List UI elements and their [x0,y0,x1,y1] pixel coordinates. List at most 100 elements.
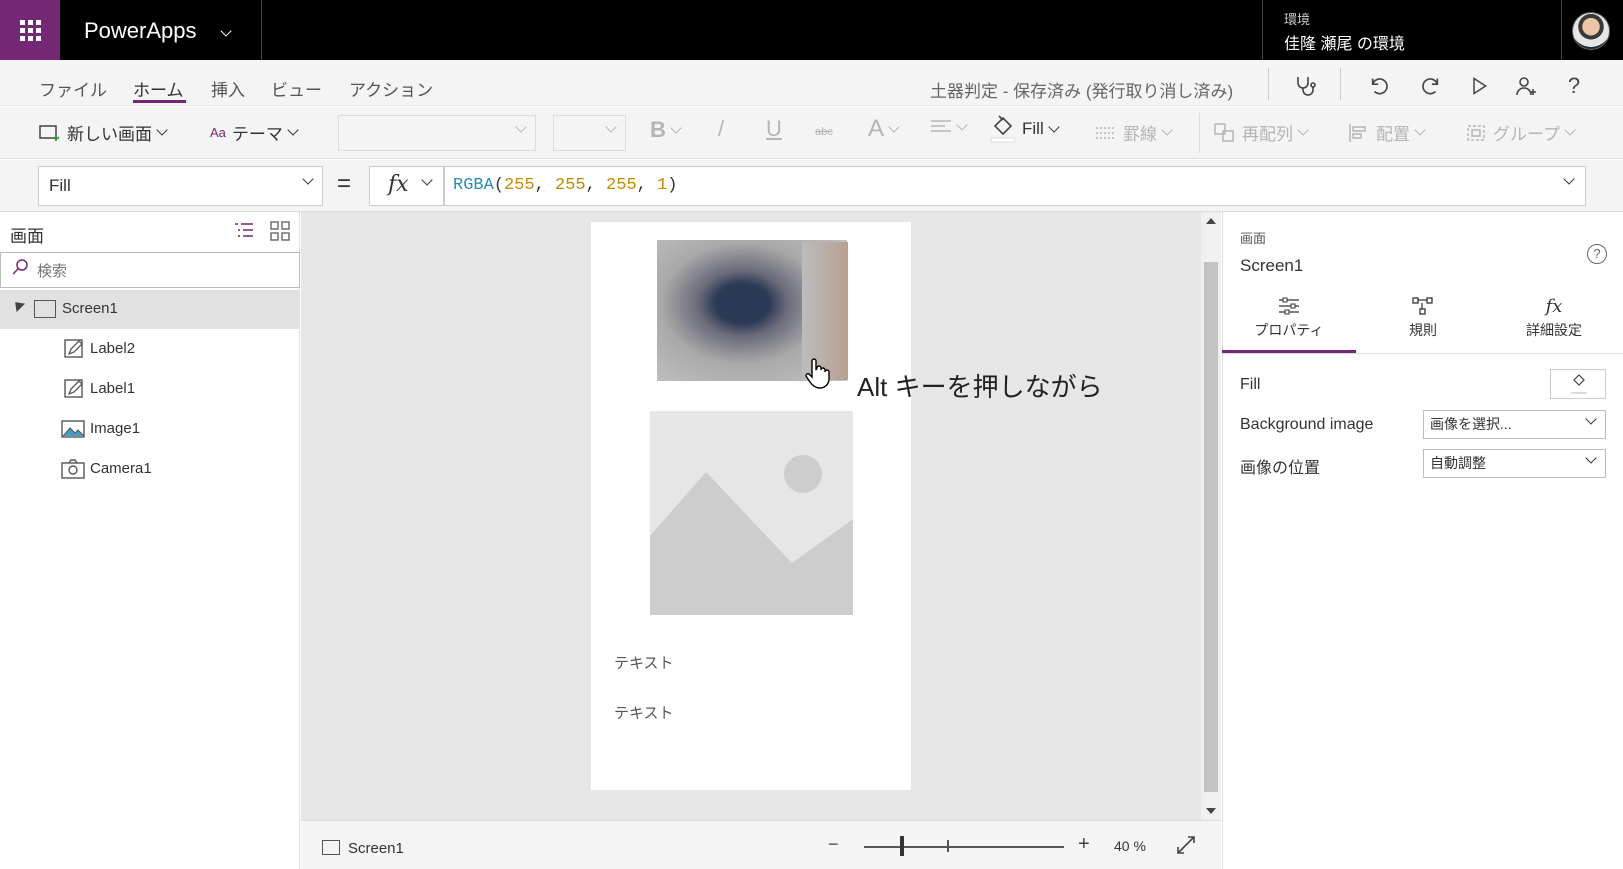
menu-home[interactable]: ホーム [133,76,184,101]
chevron-down-icon[interactable] [220,22,232,40]
tab-properties[interactable]: プロパティ [1229,296,1349,340]
divider [1561,0,1562,60]
fill-button[interactable]: Fill [990,114,1060,144]
formula-arg: 255 [504,176,535,195]
label-control-2[interactable]: テキスト [614,652,674,673]
tab-advanced[interactable]: fx 詳細設定 [1494,296,1614,340]
scroll-up-icon[interactable] [1206,218,1216,224]
fill-color-picker[interactable] [1550,369,1606,399]
theme-icon: Aa [210,125,226,140]
reorder-icon [1214,122,1234,142]
sliders-icon [1229,296,1349,320]
environment-name[interactable]: 佳隆 瀬尾 の環境 [1284,30,1405,54]
zoom-out-button[interactable]: − [828,834,839,855]
underline-button[interactable]: U [766,116,782,142]
group-label: グループ [1493,125,1560,144]
app-name[interactable]: PowerApps [84,0,197,60]
property-select[interactable]: Fill [38,166,323,206]
bold-button[interactable]: B [650,117,682,143]
preview-play-icon[interactable] [1465,72,1493,100]
reorder-button[interactable]: 再配列 [1214,120,1309,145]
bold-icon: B [650,117,666,142]
menu-view[interactable]: ビュー [271,76,322,101]
zoom-slider-thumb[interactable] [900,836,904,856]
zoom-slider-track[interactable] [864,846,1064,848]
undo-icon[interactable] [1366,72,1394,100]
label-icon [64,339,84,364]
text-align-button[interactable] [930,118,968,136]
active-menu-indicator [133,100,186,103]
zoom-value: 40 % [1114,838,1146,854]
label-icon [64,379,84,404]
menu-insert[interactable]: 挿入 [211,76,245,101]
screen-icon [322,840,340,855]
new-screen-label: 新しい画面 [67,125,152,144]
background-image-select[interactable]: 画像を選択... [1423,410,1606,439]
border-button[interactable]: 罫線 [1095,120,1173,145]
italic-icon: / [718,116,725,141]
label-control-1[interactable]: テキスト [614,702,674,723]
font-family-select[interactable] [338,115,536,151]
tab-advanced-label: 詳細設定 [1526,322,1582,338]
selected-control-name[interactable]: Screen1 [1240,256,1303,276]
zoom-slider-tick [947,840,949,852]
divider [1199,113,1200,153]
avatar[interactable] [1572,12,1610,50]
image-placeholder-icon [650,411,853,615]
theme-label: テーマ [231,125,283,144]
fit-to-window-icon[interactable] [1176,835,1196,860]
function-button[interactable]: fx [369,166,444,206]
new-screen-button[interactable]: 新しい画面 [39,120,168,145]
expand-formula-icon[interactable] [1563,173,1575,185]
alt-key-hint: Alt キーを押しながら [857,372,1103,402]
divider [1262,0,1263,60]
app-launcher-button[interactable] [0,0,60,60]
share-user-icon[interactable] [1512,72,1540,100]
strikethrough-button[interactable]: abc [815,126,833,138]
help-icon[interactable]: ? [1560,72,1588,100]
thumbnail-view-icon[interactable] [270,221,290,246]
app-checker-icon[interactable] [1291,72,1319,100]
formula-arg: 1 [657,176,668,195]
menu-file[interactable]: ファイル [39,76,107,101]
tab-properties-label: プロパティ [1254,322,1324,338]
fill-label: Fill [1022,119,1044,138]
tree-item-label1[interactable]: Label1 [90,380,135,397]
group-button[interactable]: グループ [1465,120,1576,145]
tree-item-label2[interactable]: Label2 [90,340,135,357]
formula-function: RGBA [453,176,494,195]
scrollbar-thumb[interactable] [1204,262,1218,792]
font-size-select[interactable] [553,115,626,151]
image-position-select[interactable]: 自動調整 [1423,449,1606,478]
align-label: 配置 [1376,125,1410,144]
tab-rules-label: 規則 [1409,322,1437,338]
fx-icon: fx [388,172,409,197]
align-left-icon [931,120,951,132]
zoom-in-button[interactable]: + [1078,833,1090,856]
italic-button[interactable]: / [718,116,724,142]
theme-button[interactable]: Aa テーマ [210,120,299,145]
current-screen-name[interactable]: Screen1 [348,840,404,857]
group-icon [1467,124,1485,141]
tree-item-image1[interactable]: Image1 [90,420,140,437]
align-button[interactable]: 配置 [1348,120,1426,145]
formula-input[interactable]: RGBA(255, 255, 255, 1) [444,166,1586,206]
image-control[interactable] [650,411,853,615]
help-icon[interactable]: ? [1587,244,1607,264]
image-position-label: 画像の位置 [1240,460,1321,477]
underline-icon: U [766,116,782,141]
menu-action[interactable]: アクション [349,76,433,101]
tree-item-screen1[interactable]: Screen1 [62,300,118,317]
tree-item-camera1[interactable]: Camera1 [90,460,152,477]
reorder-label: 再配列 [1242,125,1293,144]
scroll-down-icon[interactable] [1206,808,1216,814]
tree-list-view-icon[interactable] [234,222,254,245]
font-color-button[interactable]: A [868,115,900,143]
redo-icon[interactable] [1416,72,1444,100]
paint-bucket-icon [990,115,1016,143]
document-status: 土器判定 - 保存済み (発行取り消し済み) [930,82,1234,101]
equals-sign: = [337,170,352,197]
tab-rules[interactable]: 規則 [1363,296,1483,340]
hand-cursor-icon [803,357,831,394]
border-icon [1096,126,1116,139]
